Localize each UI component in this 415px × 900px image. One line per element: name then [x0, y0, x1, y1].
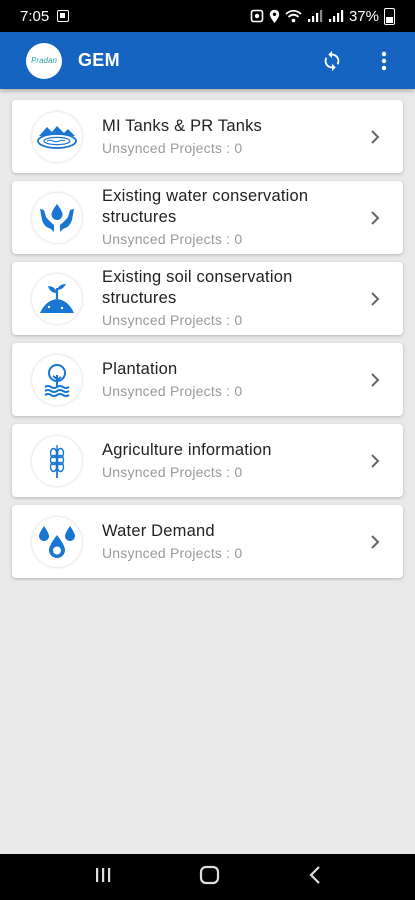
chevron-right-icon	[371, 129, 380, 144]
list-item-soil-conservation[interactable]: Existing soil conservation structures Un…	[12, 262, 403, 335]
list-item-water-conservation[interactable]: Existing water conservation structures U…	[12, 181, 403, 254]
app-bar: Pradan GEM	[0, 32, 415, 89]
logo-text: Pradan	[31, 56, 57, 65]
battery-icon	[384, 7, 395, 25]
list-item-mi-tanks[interactable]: MI Tanks & PR Tanks Unsynced Projects : …	[12, 100, 403, 173]
chevron-right-icon	[371, 210, 380, 225]
item-subtitle: Unsynced Projects : 0	[102, 231, 243, 247]
water-hands-icon	[40, 203, 74, 232]
item-icon-container	[32, 111, 82, 162]
item-subtitle: Unsynced Projects : 0	[102, 463, 243, 480]
location-icon	[269, 9, 280, 23]
item-icon-container	[32, 435, 82, 486]
item-subtitle: Unsynced Projects : 0	[102, 544, 243, 561]
item-title: Plantation	[102, 359, 178, 378]
item-title: Agriculture information	[102, 440, 272, 459]
home-button[interactable]	[199, 865, 221, 890]
chevron-right-icon	[371, 453, 380, 468]
soil-sprout-icon	[40, 283, 74, 313]
item-icon-container	[32, 516, 82, 567]
message-icon	[57, 10, 70, 22]
recents-button[interactable]	[93, 866, 113, 889]
app-title: GEM	[78, 50, 120, 70]
back-button[interactable]	[308, 865, 322, 890]
signal-icon	[307, 10, 323, 22]
alarm-icon	[250, 9, 264, 23]
back-icon	[309, 865, 320, 884]
list-item-plantation[interactable]: Plantation Unsynced Projects : 0	[12, 343, 403, 416]
app-logo: Pradan	[26, 42, 62, 79]
item-icon-container	[32, 354, 82, 405]
signal-icon	[328, 10, 344, 22]
item-title: Water Demand	[102, 521, 215, 540]
chevron-right-icon	[371, 534, 380, 549]
recents-icon	[96, 867, 111, 882]
item-icon-container	[32, 273, 82, 324]
status-bar: 7:05 37%	[0, 0, 415, 32]
sync-button[interactable]	[319, 48, 345, 74]
battery-percent: 37%	[348, 7, 379, 25]
status-time: 7:05	[20, 7, 50, 25]
item-title: MI Tanks & PR Tanks	[102, 116, 263, 135]
item-title: Existing soil conservation structures	[102, 268, 293, 307]
item-icon-container	[32, 192, 82, 243]
wifi-icon	[285, 9, 302, 23]
item-subtitle: Unsynced Projects : 0	[102, 139, 243, 156]
item-title: Existing water conservation structures	[102, 187, 309, 226]
wheat-icon	[49, 444, 65, 478]
water-drops-icon	[39, 525, 75, 558]
item-subtitle: Unsynced Projects : 0	[102, 382, 243, 399]
item-subtitle: Unsynced Projects : 0	[102, 312, 243, 328]
module-list: MI Tanks & PR Tanks Unsynced Projects : …	[12, 100, 403, 586]
tree-icon	[44, 363, 70, 397]
more-vert-icon	[381, 51, 387, 70]
more-options-button[interactable]	[371, 48, 397, 74]
tank-icon	[37, 125, 77, 149]
list-item-agriculture[interactable]: Agriculture information Unsynced Project…	[12, 424, 403, 497]
chevron-right-icon	[371, 372, 380, 387]
sync-icon	[324, 50, 340, 71]
system-nav-bar	[0, 854, 415, 900]
home-icon	[200, 865, 220, 884]
list-item-water-demand[interactable]: Water Demand Unsynced Projects : 0	[12, 505, 403, 578]
chevron-right-icon	[371, 291, 380, 306]
